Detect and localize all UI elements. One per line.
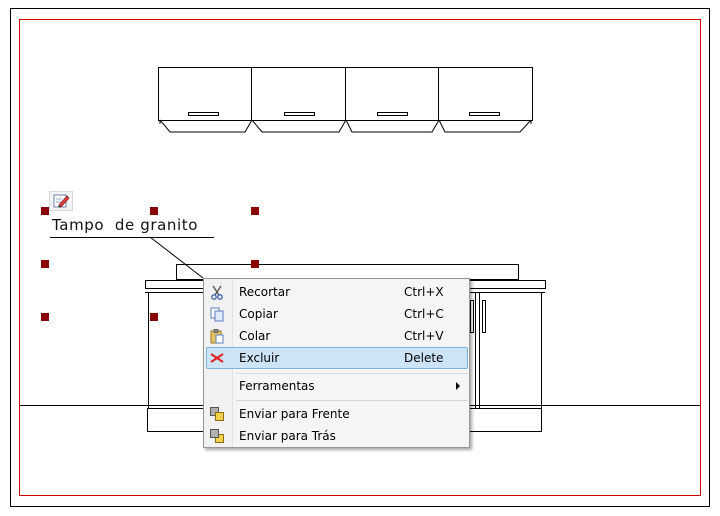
menu-separator [236, 373, 468, 374]
menu-item-colar[interactable]: Colar Ctrl+V [206, 325, 468, 347]
copy-icon [210, 307, 224, 322]
pencil-edit-icon [53, 194, 70, 208]
send-back-icon [210, 429, 224, 443]
edit-text-button[interactable] [49, 191, 73, 211]
menu-item-excluir[interactable]: Excluir Delete [206, 347, 468, 369]
context-menu[interactable]: Recortar Ctrl+X Copiar Ctrl+C Colar Ctrl… [203, 278, 470, 448]
menu-item-label: Enviar para Frente [239, 407, 350, 421]
menu-item-label: Enviar para Trás [239, 429, 336, 443]
delete-x-icon [210, 353, 224, 363]
selection-handle[interactable] [41, 313, 49, 321]
menu-item-recortar[interactable]: Recortar Ctrl+X [206, 281, 468, 303]
selection-handle[interactable] [41, 207, 49, 215]
menu-item-shortcut: Ctrl+V [404, 329, 444, 343]
selection-handle[interactable] [251, 260, 259, 268]
paste-icon [210, 329, 224, 344]
menu-item-label: Copiar [239, 307, 278, 321]
menu-item-ferramentas[interactable]: Ferramentas [206, 375, 468, 397]
menu-item-label: Colar [239, 329, 271, 343]
menu-item-label: Excluir [239, 351, 280, 365]
selection-handle[interactable] [251, 207, 259, 215]
bring-front-icon [210, 407, 224, 421]
menu-item-copiar[interactable]: Copiar Ctrl+C [206, 303, 468, 325]
menu-item-enviar-para-frente[interactable]: Enviar para Frente [206, 403, 468, 425]
selection-handle[interactable] [150, 207, 158, 215]
scissors-icon [211, 285, 223, 300]
menu-item-shortcut: Delete [404, 351, 444, 365]
selection-handle[interactable] [150, 313, 158, 321]
upper-cabinets[interactable] [158, 67, 533, 133]
menu-item-shortcut: Ctrl+X [404, 285, 444, 299]
menu-item-enviar-para-tras[interactable]: Enviar para Trás [206, 425, 468, 447]
text-note-label[interactable]: Tampo de granito [50, 215, 214, 238]
selection-handle[interactable] [41, 260, 49, 268]
menu-item-label: Ferramentas [239, 379, 315, 393]
menu-separator [236, 400, 468, 401]
submenu-arrow-icon [456, 382, 460, 390]
menu-item-label: Recortar [239, 285, 291, 299]
menu-item-shortcut: Ctrl+C [404, 307, 444, 321]
